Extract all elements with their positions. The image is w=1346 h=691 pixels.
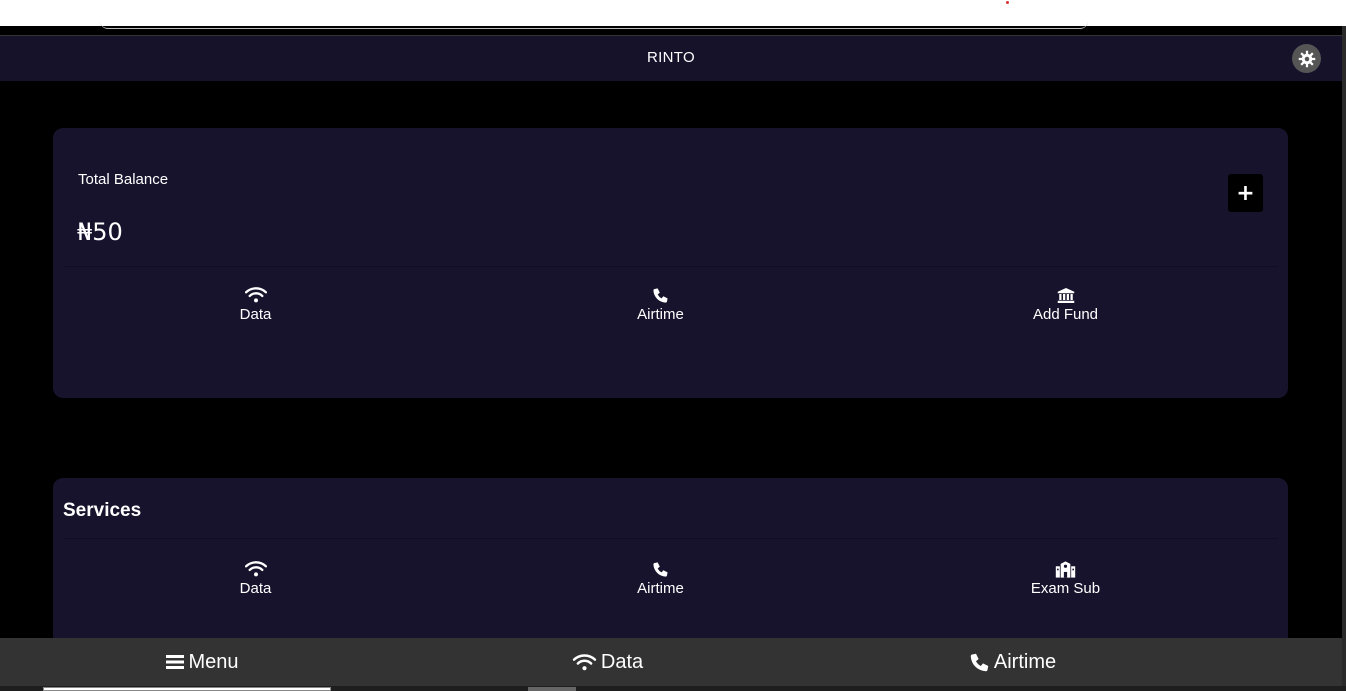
wifi-icon <box>244 558 267 580</box>
nav-label: Data <box>600 650 644 673</box>
school-icon <box>1055 558 1076 580</box>
taskbar-strip <box>0 686 1346 691</box>
quick-action-add-fund[interactable]: Add Fund <box>863 284 1268 323</box>
service-label: Data <box>239 580 272 597</box>
nav-menu[interactable]: Menu <box>0 638 405 686</box>
address-bar-edge <box>100 0 1088 29</box>
quick-action-airtime[interactable]: Airtime <box>458 284 863 323</box>
quick-action-label: Data <box>239 306 272 323</box>
service-exam-sub[interactable]: Exam Sub <box>863 558 1268 597</box>
divider <box>63 266 1278 267</box>
total-balance-label: Total Balance <box>78 171 169 188</box>
taskbar-item[interactable] <box>43 687 331 691</box>
total-balance-amount: ₦50 <box>77 218 123 246</box>
nav-label: Menu <box>188 650 239 673</box>
gear-icon <box>1298 50 1315 67</box>
service-label: Airtime <box>637 580 684 597</box>
quick-action-label: Airtime <box>637 306 684 323</box>
services-list: Data Airtime Exam Sub <box>53 558 1288 597</box>
taskbar-item[interactable] <box>528 687 576 691</box>
bottom-navigation: Menu Data Airtime <box>0 638 1342 686</box>
scrollbar[interactable] <box>1342 26 1346 691</box>
app-title: RINTO <box>647 49 695 66</box>
bank-icon <box>1057 284 1075 306</box>
wifi-icon <box>572 653 597 670</box>
phone-icon <box>652 284 669 306</box>
divider <box>63 538 1278 539</box>
service-data[interactable]: Data <box>53 558 458 597</box>
notification-dot <box>1006 1 1009 4</box>
quick-action-label: Add Fund <box>1032 306 1099 323</box>
service-label: Exam Sub <box>1030 580 1101 597</box>
browser-chrome <box>0 0 1346 29</box>
menu-icon <box>166 655 185 669</box>
nav-label: Airtime <box>993 650 1057 673</box>
service-airtime[interactable]: Airtime <box>458 558 863 597</box>
phone-icon <box>970 653 989 671</box>
nav-data[interactable]: Data <box>405 638 810 686</box>
phone-icon <box>652 558 669 580</box>
services-title: Services <box>63 500 142 521</box>
app-header: RINTO <box>0 35 1342 81</box>
quick-action-data[interactable]: Data <box>53 284 458 323</box>
wifi-icon <box>244 284 267 306</box>
add-funds-button[interactable]: + <box>1228 174 1263 212</box>
nav-airtime[interactable]: Airtime <box>810 638 1215 686</box>
quick-actions: Data Airtime Add Fund <box>53 284 1288 323</box>
balance-card: Total Balance ₦50 + Data Airtime Add Fun… <box>53 128 1288 398</box>
theme-toggle-button[interactable] <box>1292 44 1321 73</box>
